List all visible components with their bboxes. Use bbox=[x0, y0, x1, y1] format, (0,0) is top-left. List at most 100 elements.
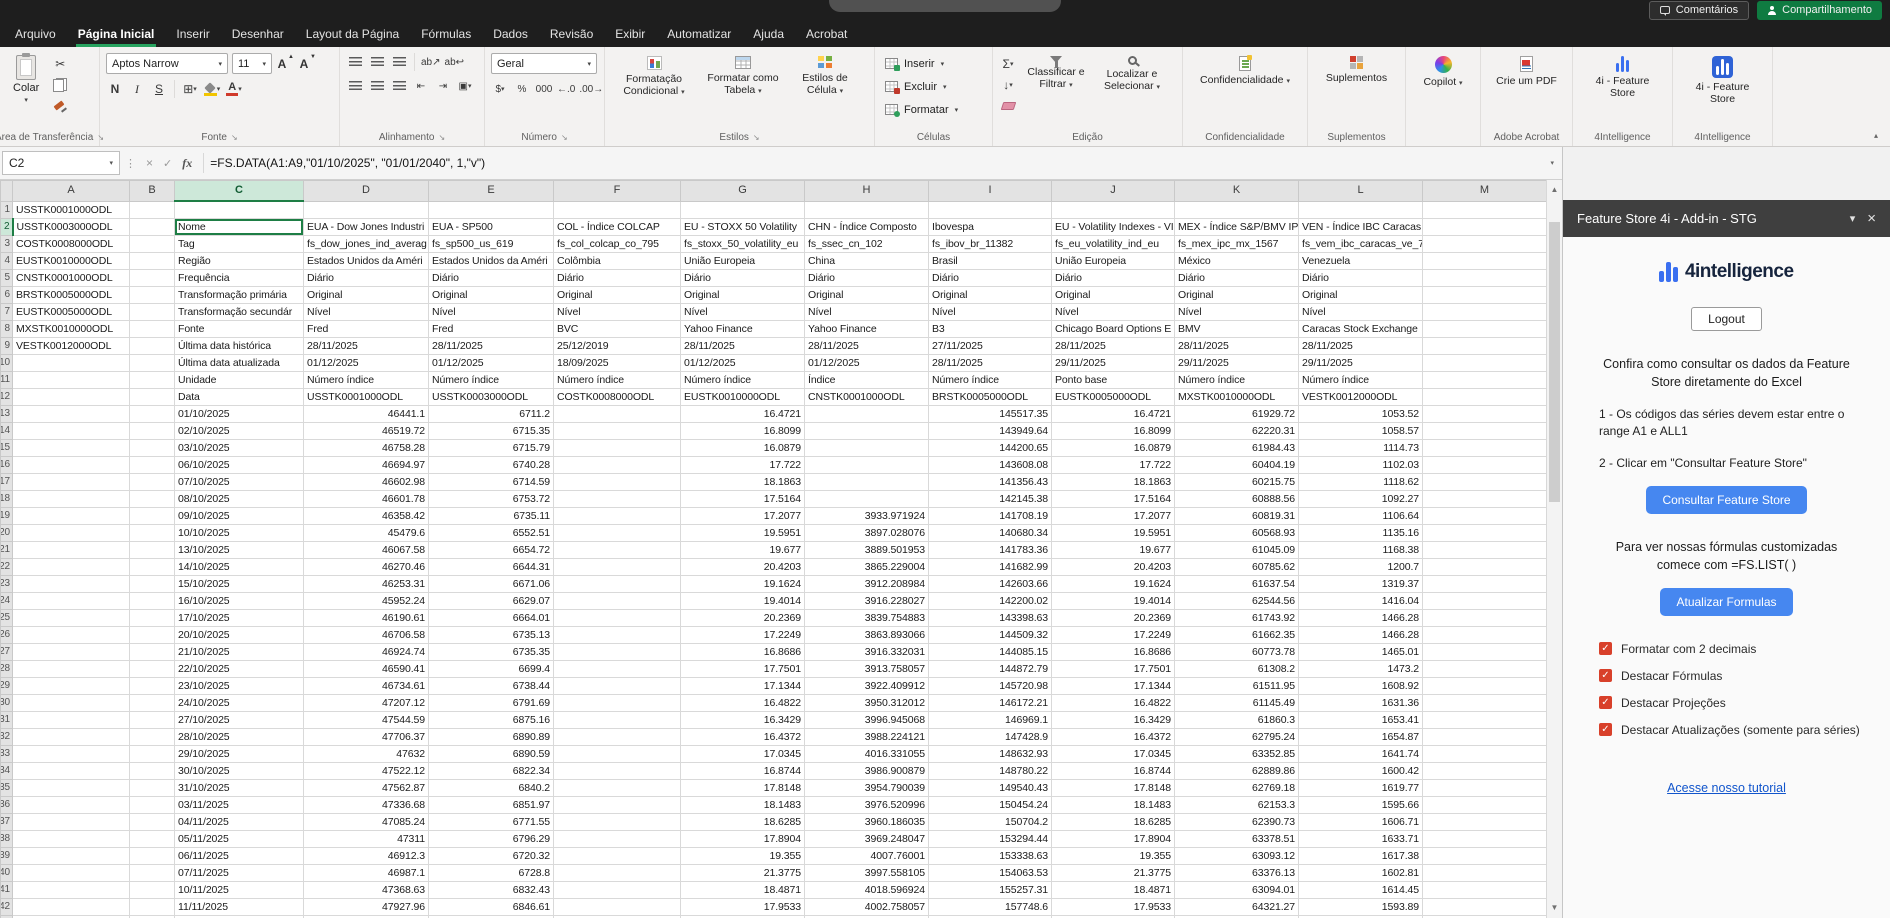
cell-E19[interactable]: 6735.11 bbox=[429, 507, 554, 524]
cell-L17[interactable]: 1118.62 bbox=[1299, 473, 1423, 490]
cell-L19[interactable]: 1106.64 bbox=[1299, 507, 1423, 524]
cell-C16[interactable]: 06/10/2025 bbox=[175, 456, 304, 473]
cell-G28[interactable]: 17.7501 bbox=[681, 660, 805, 677]
cell-B16[interactable] bbox=[130, 456, 175, 473]
cell-F31[interactable] bbox=[554, 711, 681, 728]
cell-M5[interactable] bbox=[1423, 269, 1547, 286]
cell-D35[interactable]: 47562.87 bbox=[304, 779, 429, 796]
cell-K13[interactable]: 61929.72 bbox=[1175, 405, 1299, 422]
tab-layout-da-página[interactable]: Layout da Página bbox=[295, 20, 410, 47]
cell-E27[interactable]: 6735.35 bbox=[429, 643, 554, 660]
cell-C6[interactable]: Transformação primária bbox=[175, 286, 304, 303]
column-header-D[interactable]: D bbox=[304, 181, 429, 202]
cell-J19[interactable]: 17.2077 bbox=[1052, 507, 1175, 524]
cell-E36[interactable]: 6851.97 bbox=[429, 796, 554, 813]
row-header-42[interactable]: 42 bbox=[1, 898, 13, 915]
cell-I11[interactable]: Número índice bbox=[929, 371, 1052, 388]
cell-C41[interactable]: 10/11/2025 bbox=[175, 881, 304, 898]
cell-F27[interactable] bbox=[554, 643, 681, 660]
cell-E17[interactable]: 6714.59 bbox=[429, 473, 554, 490]
row-header-16[interactable]: 16 bbox=[1, 456, 13, 473]
cell-J37[interactable]: 18.6285 bbox=[1052, 813, 1175, 830]
cell-J20[interactable]: 19.5951 bbox=[1052, 524, 1175, 541]
cell-H20[interactable]: 3897.028076 bbox=[805, 524, 929, 541]
row-header-34[interactable]: 34 bbox=[1, 762, 13, 779]
cell-D1[interactable] bbox=[304, 201, 429, 218]
cell-M21[interactable] bbox=[1423, 541, 1547, 558]
row-header-3[interactable]: 3 bbox=[1, 235, 13, 252]
cell-L34[interactable]: 1600.42 bbox=[1299, 762, 1423, 779]
cell-A5[interactable]: CNSTK0001000ODL bbox=[13, 269, 130, 286]
cell-C29[interactable]: 23/10/2025 bbox=[175, 677, 304, 694]
cell-B15[interactable] bbox=[130, 439, 175, 456]
cell-H31[interactable]: 3996.945068 bbox=[805, 711, 929, 728]
row-header-20[interactable]: 20 bbox=[1, 524, 13, 541]
cell-I13[interactable]: 145517.35 bbox=[929, 405, 1052, 422]
insert-cells-button[interactable]: Inserir▾ bbox=[881, 53, 948, 74]
cell-C2[interactable]: Nome bbox=[175, 218, 304, 235]
cell-I29[interactable]: 145720.98 bbox=[929, 677, 1052, 694]
cell-J21[interactable]: 19.677 bbox=[1052, 541, 1175, 558]
decrease-decimal-icon[interactable]: .00→ bbox=[579, 80, 603, 98]
cell-A3[interactable]: COSTK0008000ODL bbox=[13, 235, 130, 252]
cell-D34[interactable]: 47522.12 bbox=[304, 762, 429, 779]
cell-B42[interactable] bbox=[130, 898, 175, 915]
checkbox-icon[interactable]: ✓ bbox=[1599, 669, 1612, 682]
dialog-launcher-icon[interactable]: ↘ bbox=[753, 133, 760, 142]
cell-C13[interactable]: 01/10/2025 bbox=[175, 405, 304, 422]
cell-I39[interactable]: 153338.63 bbox=[929, 847, 1052, 864]
cell-M38[interactable] bbox=[1423, 830, 1547, 847]
row-header-6[interactable]: 6 bbox=[1, 286, 13, 303]
cell-F9[interactable]: 25/12/2019 bbox=[554, 337, 681, 354]
cell-G7[interactable]: Nível bbox=[681, 303, 805, 320]
cell-F41[interactable] bbox=[554, 881, 681, 898]
cell-G1[interactable] bbox=[681, 201, 805, 218]
cell-H39[interactable]: 4007.76001 bbox=[805, 847, 929, 864]
update-formulas-button[interactable]: Atualizar Formulas bbox=[1660, 588, 1792, 616]
checkbox-row-4[interactable]: ✓Destacar Atualizações (somente para sér… bbox=[1599, 723, 1864, 737]
cell-G4[interactable]: União Europeia bbox=[681, 252, 805, 269]
cell-I8[interactable]: B3 bbox=[929, 320, 1052, 337]
cell-I15[interactable]: 144200.65 bbox=[929, 439, 1052, 456]
cell-D16[interactable]: 46694.97 bbox=[304, 456, 429, 473]
cell-B37[interactable] bbox=[130, 813, 175, 830]
cell-C42[interactable]: 11/11/2025 bbox=[175, 898, 304, 915]
vertical-scrollbar[interactable]: ▲ ▼ bbox=[1546, 180, 1562, 918]
row-header-29[interactable]: 29 bbox=[1, 677, 13, 694]
cell-L36[interactable]: 1595.66 bbox=[1299, 796, 1423, 813]
cell-M11[interactable] bbox=[1423, 371, 1547, 388]
cell-J24[interactable]: 19.4014 bbox=[1052, 592, 1175, 609]
cell-J31[interactable]: 16.3429 bbox=[1052, 711, 1175, 728]
cell-K3[interactable]: fs_mex_ipc_mx_1567 bbox=[1175, 235, 1299, 252]
cell-M25[interactable] bbox=[1423, 609, 1547, 626]
cell-L1[interactable] bbox=[1299, 201, 1423, 218]
align-right-icon[interactable] bbox=[390, 77, 408, 95]
cell-K42[interactable]: 64321.27 bbox=[1175, 898, 1299, 915]
cell-D3[interactable]: fs_dow_jones_ind_averag bbox=[304, 235, 429, 252]
cell-F33[interactable] bbox=[554, 745, 681, 762]
cell-K6[interactable]: Original bbox=[1175, 286, 1299, 303]
cell-A27[interactable] bbox=[13, 643, 130, 660]
close-icon[interactable]: × bbox=[1867, 210, 1876, 227]
cell-E9[interactable]: 28/11/2025 bbox=[429, 337, 554, 354]
cell-F8[interactable]: BVC bbox=[554, 320, 681, 337]
consult-feature-store-button[interactable]: Consultar Feature Store bbox=[1646, 486, 1806, 514]
cell-H7[interactable]: Nível bbox=[805, 303, 929, 320]
currency-format-icon[interactable]: $▾ bbox=[491, 80, 509, 98]
cell-G24[interactable]: 19.4014 bbox=[681, 592, 805, 609]
row-header-31[interactable]: 31 bbox=[1, 711, 13, 728]
cell-B7[interactable] bbox=[130, 303, 175, 320]
cell-D12[interactable]: USSTK0001000ODL bbox=[304, 388, 429, 405]
cell-B17[interactable] bbox=[130, 473, 175, 490]
cell-I19[interactable]: 141708.19 bbox=[929, 507, 1052, 524]
cell-D25[interactable]: 46190.61 bbox=[304, 609, 429, 626]
row-header-5[interactable]: 5 bbox=[1, 269, 13, 286]
cell-M37[interactable] bbox=[1423, 813, 1547, 830]
cell-F12[interactable]: COSTK0008000ODL bbox=[554, 388, 681, 405]
checkbox-row-2[interactable]: ✓Destacar Fórmulas bbox=[1599, 669, 1864, 683]
row-header-26[interactable]: 26 bbox=[1, 626, 13, 643]
cell-M18[interactable] bbox=[1423, 490, 1547, 507]
cell-H24[interactable]: 3916.228027 bbox=[805, 592, 929, 609]
cell-G13[interactable]: 16.4721 bbox=[681, 405, 805, 422]
cell-E31[interactable]: 6875.16 bbox=[429, 711, 554, 728]
